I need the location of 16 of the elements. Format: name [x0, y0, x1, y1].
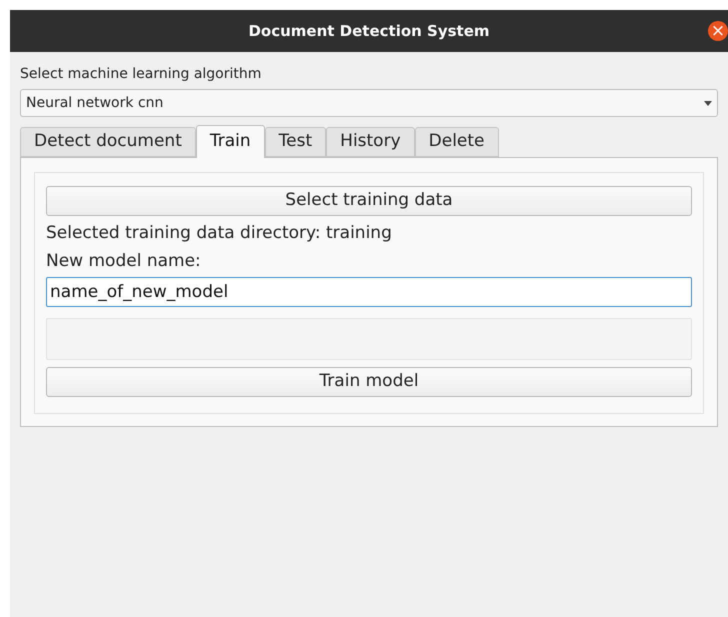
directory-text: Selected training data directory: training: [46, 222, 393, 245]
tab[interactable]: Delete: [414, 127, 498, 157]
caret-icon: [704, 100, 712, 106]
algorithm-label: Select machine learning algorithm: [20, 65, 262, 84]
dropdown-value: Neural network cnn: [26, 94, 164, 112]
window-title: Document Detection System: [248, 20, 490, 42]
model-name-field[interactable]: name_of_new_model: [46, 277, 692, 307]
tab[interactable]: History: [326, 127, 415, 157]
select-data-button[interactable]: Select training data: [46, 186, 692, 216]
model-name-label: New model name:: [46, 250, 202, 273]
tab[interactable]: Train: [196, 125, 265, 158]
train-model-button[interactable]: Train model: [46, 367, 692, 397]
algorithm-dropdown[interactable]: Neural network cnn: [20, 89, 718, 117]
close-button[interactable]: ×: [708, 21, 728, 41]
tab[interactable]: Test: [264, 127, 326, 157]
tab[interactable]: Detect document: [20, 127, 196, 157]
